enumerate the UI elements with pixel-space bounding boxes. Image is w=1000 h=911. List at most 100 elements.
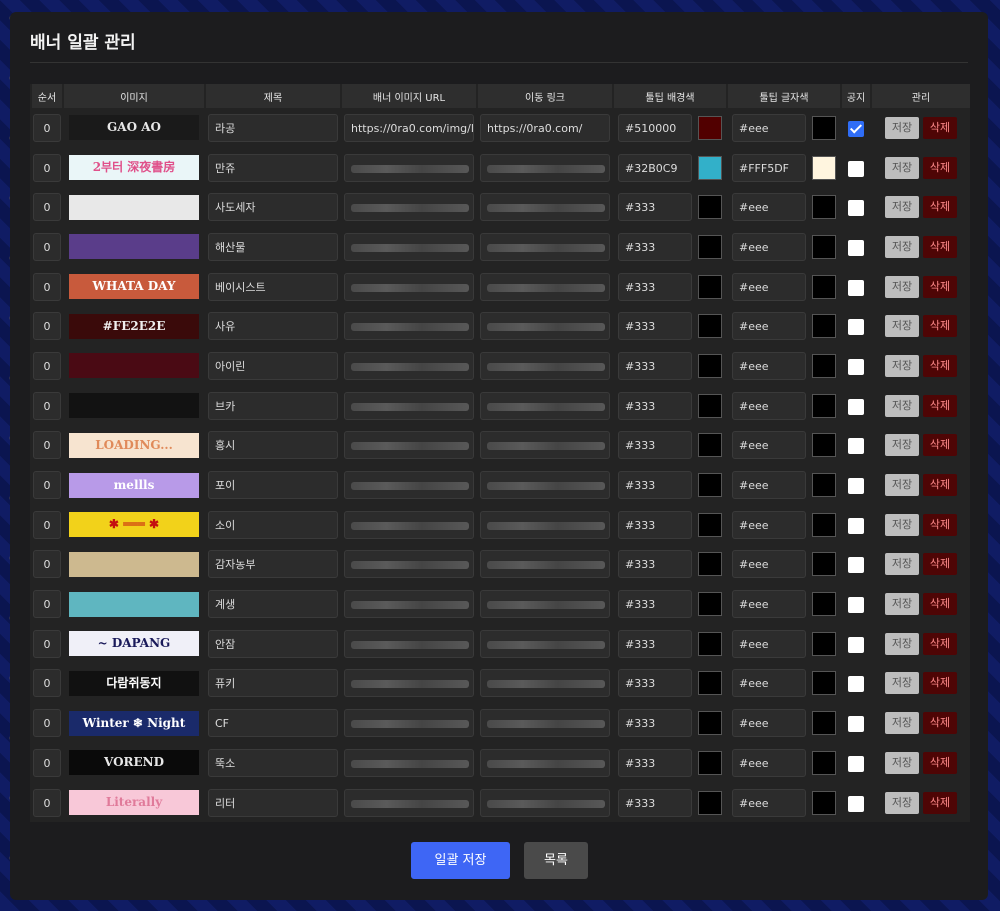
tooltip-bg-input[interactable]: #333 — [618, 550, 692, 579]
order-input[interactable]: 0 — [33, 590, 61, 619]
tooltip-fg-input[interactable]: #eee — [732, 272, 806, 301]
tooltip-fg-input[interactable]: #eee — [732, 590, 806, 619]
title-input[interactable]: 사유 — [208, 312, 338, 341]
tooltip-bg-color-picker[interactable] — [698, 274, 722, 299]
link-input[interactable] — [480, 669, 610, 698]
tooltip-fg-color-picker[interactable] — [812, 115, 836, 140]
image-url-input[interactable]: https://0ra0.com/img/l — [344, 113, 474, 142]
notice-checkbox[interactable] — [848, 358, 864, 375]
order-input[interactable]: 0 — [33, 550, 61, 579]
title-input[interactable]: 베이시스트 — [208, 272, 338, 301]
link-input[interactable]: https://0ra0.com/ — [480, 113, 610, 142]
image-url-input[interactable] — [344, 193, 474, 222]
tooltip-bg-color-picker[interactable] — [698, 195, 722, 220]
tooltip-fg-input[interactable]: #eee — [732, 232, 806, 261]
link-input[interactable] — [480, 431, 610, 460]
row-delete-button[interactable]: 삭제 — [923, 751, 957, 774]
tooltip-fg-color-picker[interactable] — [812, 750, 836, 775]
image-url-input[interactable] — [344, 471, 474, 500]
tooltip-fg-color-picker[interactable] — [812, 433, 836, 458]
bulk-save-button[interactable]: 일괄 저장 — [411, 842, 510, 879]
tooltip-fg-color-picker[interactable] — [812, 711, 836, 736]
notice-checkbox[interactable] — [848, 755, 864, 772]
row-save-button[interactable]: 저장 — [885, 394, 919, 417]
row-save-button[interactable]: 저장 — [885, 751, 919, 774]
title-input[interactable]: 라공 — [208, 113, 338, 142]
image-url-input[interactable] — [344, 431, 474, 460]
tooltip-bg-color-picker[interactable] — [698, 631, 722, 656]
tooltip-bg-color-picker[interactable] — [698, 711, 722, 736]
row-save-button[interactable]: 저장 — [885, 672, 919, 695]
tooltip-bg-color-picker[interactable] — [698, 155, 722, 180]
title-input[interactable]: 포이 — [208, 471, 338, 500]
row-delete-button[interactable]: 삭제 — [923, 156, 957, 179]
row-save-button[interactable]: 저장 — [885, 593, 919, 616]
notice-checkbox[interactable] — [848, 636, 864, 653]
link-input[interactable] — [480, 788, 610, 817]
row-delete-button[interactable]: 삭제 — [923, 672, 957, 695]
title-input[interactable]: 감자농부 — [208, 550, 338, 579]
image-url-input[interactable] — [344, 510, 474, 539]
title-input[interactable]: CF — [208, 709, 338, 738]
row-save-button[interactable]: 저장 — [885, 632, 919, 655]
row-delete-button[interactable]: 삭제 — [923, 632, 957, 655]
notice-checkbox[interactable] — [848, 319, 864, 336]
tooltip-bg-input[interactable]: #333 — [618, 629, 692, 658]
link-input[interactable] — [480, 312, 610, 341]
tooltip-bg-color-picker[interactable] — [698, 512, 722, 537]
tooltip-bg-color-picker[interactable] — [698, 314, 722, 339]
tooltip-fg-color-picker[interactable] — [812, 552, 836, 577]
image-url-input[interactable] — [344, 550, 474, 579]
tooltip-fg-input[interactable]: #eee — [732, 709, 806, 738]
image-url-input[interactable] — [344, 709, 474, 738]
title-input[interactable]: 소이 — [208, 510, 338, 539]
tooltip-fg-input[interactable]: #eee — [732, 748, 806, 777]
title-input[interactable]: 해산물 — [208, 232, 338, 261]
tooltip-bg-input[interactable]: #333 — [618, 193, 692, 222]
order-input[interactable]: 0 — [33, 471, 61, 500]
title-input[interactable]: 뚝소 — [208, 748, 338, 777]
row-delete-button[interactable]: 삭제 — [923, 235, 957, 258]
tooltip-bg-input[interactable]: #333 — [618, 471, 692, 500]
tooltip-fg-color-picker[interactable] — [812, 393, 836, 418]
notice-checkbox[interactable] — [848, 239, 864, 256]
list-button[interactable]: 목록 — [524, 842, 588, 879]
image-url-input[interactable] — [344, 312, 474, 341]
order-input[interactable]: 0 — [33, 669, 61, 698]
order-input[interactable]: 0 — [33, 232, 61, 261]
link-input[interactable] — [480, 471, 610, 500]
tooltip-fg-input[interactable]: #FFF5DF — [732, 153, 806, 182]
row-delete-button[interactable]: 삭제 — [923, 474, 957, 497]
row-save-button[interactable]: 저장 — [885, 434, 919, 457]
tooltip-fg-input[interactable]: #eee — [732, 788, 806, 817]
tooltip-fg-input[interactable]: #eee — [732, 550, 806, 579]
tooltip-bg-input[interactable]: #333 — [618, 351, 692, 380]
row-save-button[interactable]: 저장 — [885, 275, 919, 298]
row-delete-button[interactable]: 삭제 — [923, 354, 957, 377]
row-save-button[interactable]: 저장 — [885, 235, 919, 258]
title-input[interactable]: 퓨키 — [208, 669, 338, 698]
order-input[interactable]: 0 — [33, 431, 61, 460]
tooltip-fg-color-picker[interactable] — [812, 274, 836, 299]
tooltip-fg-input[interactable]: #eee — [732, 629, 806, 658]
title-input[interactable]: 리터 — [208, 788, 338, 817]
tooltip-fg-input[interactable]: #eee — [732, 193, 806, 222]
link-input[interactable] — [480, 391, 610, 420]
order-input[interactable]: 0 — [33, 510, 61, 539]
link-input[interactable] — [480, 351, 610, 380]
row-delete-button[interactable]: 삭제 — [923, 275, 957, 298]
row-delete-button[interactable]: 삭제 — [923, 553, 957, 576]
row-delete-button[interactable]: 삭제 — [923, 712, 957, 735]
row-save-button[interactable]: 저장 — [885, 712, 919, 735]
tooltip-fg-color-picker[interactable] — [812, 631, 836, 656]
tooltip-bg-input[interactable]: #333 — [618, 748, 692, 777]
row-delete-button[interactable]: 삭제 — [923, 315, 957, 338]
tooltip-fg-input[interactable]: #eee — [732, 471, 806, 500]
image-url-input[interactable] — [344, 272, 474, 301]
tooltip-fg-input[interactable]: #eee — [732, 669, 806, 698]
link-input[interactable] — [480, 272, 610, 301]
tooltip-bg-color-picker[interactable] — [698, 750, 722, 775]
row-save-button[interactable]: 저장 — [885, 791, 919, 814]
row-save-button[interactable]: 저장 — [885, 553, 919, 576]
order-input[interactable]: 0 — [33, 153, 61, 182]
